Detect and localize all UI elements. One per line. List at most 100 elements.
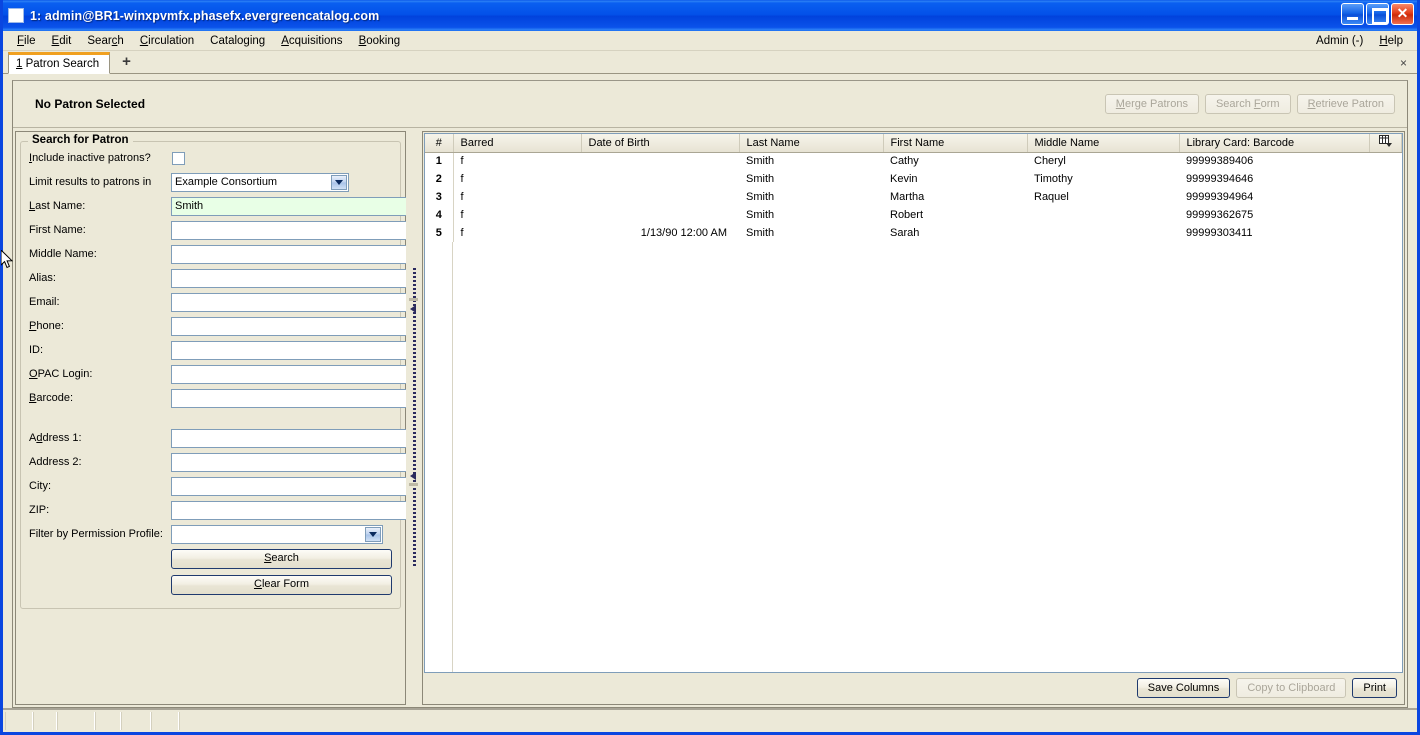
barcode-input[interactable] [171,388,407,408]
minimize-button[interactable] [1341,3,1364,25]
menu-file[interactable]: File [9,33,44,49]
table-row[interactable]: 4 f Smith Robert 99999362675 [425,206,1402,224]
menu-bar-right: Admin (-) Help [1308,33,1417,49]
splitter-collapse-left-icon[interactable] [410,305,418,313]
id-input[interactable] [171,340,407,360]
column-header-dob[interactable]: Date of Birth [581,134,740,153]
cell-barred: f [453,224,581,242]
row-id: ID: [29,338,407,362]
cell-last: Smith [739,170,883,188]
column-header-first[interactable]: First Name [883,134,1028,153]
opac-login-label: OPAC Login: [29,368,93,380]
table-row[interactable]: 3 f Smith Martha Raquel 99999394964 [425,188,1402,206]
column-header-num[interactable]: # [425,134,454,153]
include-inactive-checkbox[interactable] [172,151,185,165]
splitter-cap-top [409,298,418,301]
search-group-legend: Search for Patron [28,134,133,146]
clear-form-button[interactable]: Clear Form [171,575,392,595]
header-row: # Barred Date of Birth Last Name First Name M… [425,134,1402,153]
permission-profile-select[interactable] [171,524,383,544]
splitter-collapse-right-icon[interactable] [410,472,418,480]
cell-middle: Timothy [1027,170,1179,188]
middle-name-input[interactable] [171,244,407,264]
menu-cataloging[interactable]: Cataloging [202,33,273,49]
menu-acquisitions[interactable]: Acquisitions [273,33,350,49]
first-name-input[interactable] [171,220,407,240]
column-header-middle[interactable]: Middle Name [1027,134,1180,153]
menu-search[interactable]: Search [79,33,131,49]
limit-results-select[interactable]: Example Consortium [171,172,349,192]
email-input[interactable] [171,292,407,312]
pane-splitter[interactable] [406,131,422,705]
alias-input[interactable] [171,268,407,288]
status-segment [5,712,33,730]
cell-middle [1027,224,1179,242]
search-for-patron-group: Search for Patron Include inactive patro… [20,134,407,609]
column-header-last[interactable]: Last Name [739,134,884,153]
merge-patrons-button[interactable]: Merge Patrons [1104,94,1199,114]
row-city: City: [29,474,407,498]
search-button[interactable]: Search [171,549,392,569]
search-form-button[interactable]: Search Form [1204,94,1291,114]
search-form-pane: Search for Patron Include inactive patro… [15,131,407,705]
patron-header-buttons: Merge Patrons Search Form Retrieve Patro… [1104,94,1395,114]
table-row[interactable]: 5 f 1/13/90 12:00 AM Smith Sarah 99999303411 [425,224,1402,242]
close-tab-icon[interactable]: × [1400,56,1407,70]
menu-circulation[interactable]: Circulation [132,33,202,49]
middle-name-label: Middle Name: [29,248,97,260]
splitter-grip[interactable] [412,268,416,568]
city-input[interactable] [171,476,407,496]
new-tab-button[interactable]: + [118,53,135,70]
patron-search-panel: No Patron Selected Merge Patrons Search … [12,80,1408,708]
results-list: # Barred Date of Birth Last Name First Name M… [424,133,1403,673]
last-name-label: Last Name: [29,200,86,212]
cell-spacer [1369,188,1402,206]
menu-booking[interactable]: Booking [351,33,409,49]
retrieve-patron-button[interactable]: Retrieve Patron [1296,94,1395,114]
table-row[interactable]: 1 f Smith Cathy Cheryl 99999389406 [425,152,1402,170]
close-button[interactable] [1391,3,1414,25]
address2-input[interactable] [171,452,407,472]
cell-num: 2 [425,170,454,188]
first-name-label: First Name: [29,224,86,236]
menu-help[interactable]: Help [1371,33,1411,49]
cell-barcode: 99999362675 [1179,206,1369,224]
zip-label: ZIP: [29,504,50,516]
window-title: 1: admin@BR1-winxpvmfx.phasefx.evergreen… [30,8,380,23]
row-email: Email: [29,290,407,314]
cell-spacer [1369,152,1402,170]
window-icon [8,8,24,23]
results-pane: # Barred Date of Birth Last Name First Name M… [422,131,1405,705]
opac-login-input[interactable] [171,364,407,384]
row-limit-results: Limit results to patrons in Example Cons… [29,170,392,194]
cell-barcode: 99999389406 [1179,152,1369,170]
menu-admin[interactable]: Admin (-) [1308,33,1371,49]
cell-dob [581,206,739,224]
copy-to-clipboard-button[interactable]: Copy to Clipboard [1236,678,1347,698]
save-columns-button[interactable]: Save Columns [1136,678,1231,698]
address1-input[interactable] [171,428,407,448]
include-inactive-label: Include inactive patrons? [29,152,151,164]
row-opac-login: OPAC Login: [29,362,407,386]
status-segment [179,712,1417,730]
menu-edit[interactable]: Edit [44,33,80,49]
column-picker-icon[interactable] [1369,134,1402,153]
city-label: City: [29,480,51,492]
results-table-header: # Barred Date of Birth Last Name First Name M… [425,134,1402,153]
tab-patron-search[interactable]: 1 Patron Search [8,52,111,74]
limit-results-label: Limit results to patrons in [29,176,152,188]
column-header-barcode[interactable]: Library Card: Barcode [1179,134,1370,153]
column-header-barred[interactable]: Barred [453,134,582,153]
cell-barred: f [453,152,581,170]
cell-barcode: 99999394964 [1179,188,1369,206]
table-row[interactable]: 2 f Smith Kevin Timothy 99999394646 [425,170,1402,188]
cell-barcode: 99999394646 [1179,170,1369,188]
last-name-input[interactable] [171,196,407,216]
print-button[interactable]: Print [1352,678,1397,698]
phone-input[interactable] [171,316,407,336]
results-empty-area [425,242,1402,672]
maximize-button[interactable] [1366,3,1389,25]
zip-input[interactable] [171,500,407,520]
cell-barcode: 99999303411 [1179,224,1369,242]
phone-label: Phone: [29,320,64,332]
